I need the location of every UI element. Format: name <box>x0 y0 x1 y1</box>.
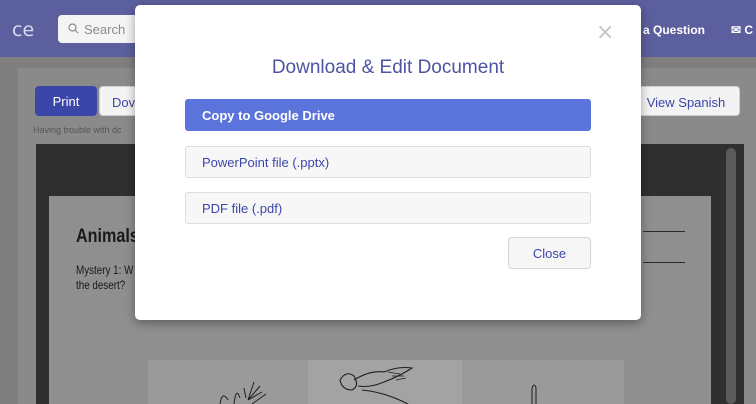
download-edit-modal: × Download & Edit Document Copy to Googl… <box>135 5 641 320</box>
pdf-file-button[interactable]: PDF file (.pdf) <box>185 192 591 224</box>
search-placeholder: Search <box>84 22 126 37</box>
document-text-line: the desert? <box>76 278 126 292</box>
ask-question-link[interactable]: a Question <box>643 23 705 37</box>
answer-line <box>643 262 685 263</box>
print-button[interactable]: Print <box>35 86 97 116</box>
document-text-line: Mystery 1: W <box>76 263 134 277</box>
document-title: Animals <box>76 226 139 247</box>
close-icon[interactable]: × <box>596 22 614 44</box>
mail-icon: ✉ <box>731 23 742 37</box>
answer-line <box>643 231 685 232</box>
close-button[interactable]: Close <box>508 237 591 269</box>
brand-logo-text[interactable]: ce <box>12 19 34 41</box>
copy-to-google-drive-button[interactable]: Copy to Google Drive <box>185 99 591 131</box>
viewer-scrollbar[interactable] <box>726 148 736 404</box>
trouble-help-text: Having trouble with dc <box>33 125 122 135</box>
document-illustrations <box>148 360 624 404</box>
modal-title: Download & Edit Document <box>271 57 505 78</box>
view-spanish-button[interactable]: View Spanish <box>632 86 740 116</box>
powerpoint-file-button[interactable]: PowerPoint file (.pptx) <box>185 146 591 178</box>
contact-link[interactable]: ✉ C <box>731 23 753 37</box>
search-icon <box>68 22 84 37</box>
contact-label: C <box>744 23 754 37</box>
